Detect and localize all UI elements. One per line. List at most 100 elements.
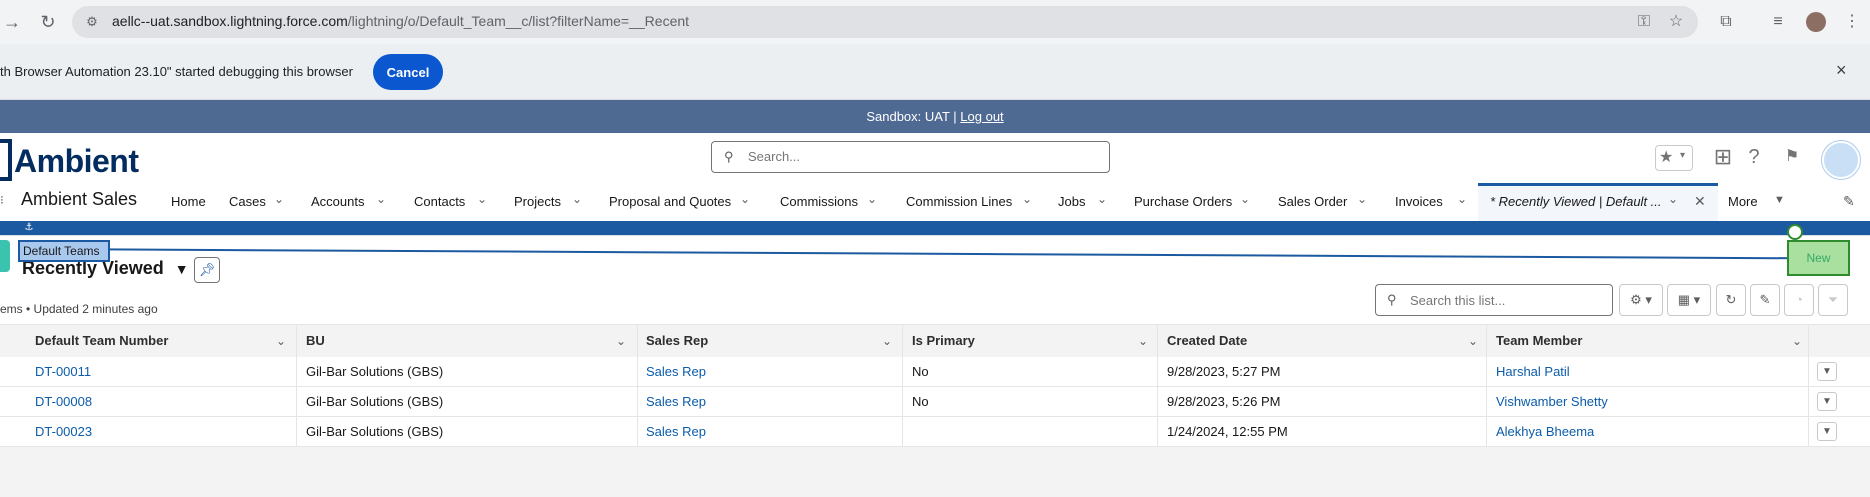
row-actions-button[interactable]: ▼ [1817,362,1837,381]
object-icon-tab [0,240,10,272]
nav-item-invoices[interactable]: Invoices [1395,194,1443,209]
column-divider [1157,324,1158,446]
logout-link[interactable]: Log out [960,109,1003,124]
column-header-bu[interactable]: BU [306,325,325,357]
password-key-icon[interactable]: ⚿ [1632,10,1656,34]
row-actions-button[interactable]: ▼ [1817,392,1837,411]
default-team-number-link[interactable]: DT-00008 [35,387,92,416]
list-search[interactable]: ⚲ [1375,284,1613,316]
nav-item-commissions[interactable]: Commissions [780,194,858,209]
sales-rep-link[interactable]: Sales Rep [646,387,706,416]
team-member-link[interactable]: Harshal Patil [1496,357,1570,386]
tab-recently-viewed[interactable]: * Recently Viewed | Default ... ⌄ ✕ [1478,183,1718,221]
chevron-down-icon[interactable]: ⌄ [616,325,626,357]
column-header-created-date[interactable]: Created Date [1167,325,1247,357]
column-divider [1808,324,1809,446]
header-pattern-strip [0,221,1870,235]
close-icon[interactable]: × [1836,60,1847,81]
chevron-down-icon[interactable]: ⌄ [376,192,386,206]
notifications-bell-icon[interactable]: ⚑ [1780,145,1804,169]
new-button[interactable]: New [1787,240,1850,276]
nav-item-home[interactable]: Home [171,194,206,209]
charts-button[interactable]: ◔ [1784,284,1814,316]
chevron-down-icon[interactable]: ⌄ [276,325,286,357]
nav-item-projects[interactable]: Projects [514,194,561,209]
chevron-down-icon[interactable]: ⌄ [1097,192,1107,206]
chevron-down-icon[interactable]: ⌄ [1357,192,1367,206]
gear-icon: ⚙ ▾ [1630,292,1652,307]
chevron-down-icon[interactable]: ⌄ [1138,325,1148,357]
list-view-card: Recently Viewed ▼ 📌︎ ems • Updated 2 min… [0,235,1870,447]
chevron-down-icon[interactable]: ⌄ [1457,192,1467,206]
filter-button[interactable]: ⏷ [1818,284,1848,316]
chevron-down-icon[interactable]: ⌄ [1022,192,1032,206]
chevron-down-icon[interactable]: ⌄ [1468,325,1478,357]
address-bar[interactable]: ⚙ aellc--uat.sandbox.lightning.force.com… [72,6,1698,38]
profile-avatar[interactable] [1806,12,1826,32]
app-name: Ambient Sales [21,189,138,209]
chevron-down-icon[interactable]: ⌄ [867,192,877,206]
app-launcher-icon[interactable]: ⁝ [0,193,4,207]
nav-more[interactable]: More [1728,194,1758,209]
media-icon[interactable]: ≡ [1766,10,1790,34]
created-date-cell: 1/24/2024, 12:55 PM [1167,424,1288,439]
chevron-down-icon: ▼ [1822,426,1832,437]
global-actions-icon[interactable]: ⊞ [1711,145,1735,169]
table-icon: ▦ ▾ [1677,292,1701,307]
nav-item-jobs[interactable]: Jobs [1058,194,1085,209]
chevron-down-icon[interactable]: ⌄ [1668,192,1678,206]
help-icon[interactable]: ? [1742,145,1766,169]
favorites-button[interactable]: ★ ▾ [1655,145,1693,171]
extensions-icon[interactable]: ⧉ [1714,10,1738,34]
user-avatar[interactable] [1822,141,1860,179]
nav-item-accounts[interactable]: Accounts [311,194,364,209]
chevron-down-icon[interactable]: ⌄ [274,192,284,206]
edit-nav-pencil-icon[interactable]: ✎ [1843,193,1855,210]
list-search-input[interactable] [1408,292,1612,309]
chevron-down-icon[interactable]: ⌄ [477,192,487,206]
chevron-down-icon[interactable]: ⌄ [1240,192,1250,206]
pin-list-view-button[interactable]: 📌︎ [194,257,220,283]
global-search[interactable]: ⚲ [711,141,1110,173]
nav-item-cases[interactable]: Cases [229,194,266,209]
chevron-down-icon[interactable]: ⌄ [572,192,582,206]
row-actions-button[interactable]: ▼ [1817,422,1837,441]
anchor-icon: ⚓︎ [22,221,36,235]
team-member-link[interactable]: Vishwamber Shetty [1496,387,1608,416]
column-header-sales-rep[interactable]: Sales Rep [646,325,708,357]
browser-toolbar: → ↻ ⚙ aellc--uat.sandbox.lightning.force… [0,0,1870,44]
display-as-button[interactable]: ▦ ▾ [1667,284,1711,316]
global-search-input[interactable] [746,148,1090,165]
close-tab-icon[interactable]: ✕ [1694,193,1706,210]
column-divider [902,324,903,446]
nav-item-sales-order[interactable]: Sales Order [1278,194,1347,209]
team-member-link[interactable]: Alekhya Bheema [1496,417,1594,446]
list-settings-button[interactable]: ⚙ ▾ [1619,284,1663,316]
inline-edit-button[interactable]: ✎ [1750,284,1780,316]
column-header-default-team-number[interactable]: Default Team Number [35,325,168,357]
column-header-is-primary[interactable]: Is Primary [912,325,975,357]
site-settings-icon[interactable]: ⚙ [80,10,104,34]
bookmark-star-icon[interactable]: ☆ [1664,10,1688,34]
chevron-down-icon: ▼ [1822,396,1832,407]
chevron-down-icon[interactable]: ⌄ [1792,325,1802,357]
nav-item-contacts[interactable]: Contacts [414,194,465,209]
forward-icon[interactable]: → [0,10,24,34]
nav-item-purchase-orders[interactable]: Purchase Orders [1134,194,1232,209]
chevron-down-icon[interactable]: ⌄ [740,192,750,206]
reload-icon[interactable]: ↻ [36,10,60,34]
sales-rep-link[interactable]: Sales Rep [646,417,706,446]
chevron-down-icon[interactable]: ⌄ [882,325,892,357]
browser-menu-icon[interactable]: ⋮ [1840,10,1864,34]
sales-rep-link[interactable]: Sales Rep [646,357,706,386]
default-team-number-link[interactable]: DT-00011 [35,357,91,386]
nav-item-proposal-and-quotes[interactable]: Proposal and Quotes [609,194,731,209]
caret-down-icon[interactable]: ▼ [175,261,189,277]
caret-down-icon[interactable]: ▼ [1774,194,1785,206]
default-team-number-link[interactable]: DT-00023 [35,417,92,446]
column-header-team-member[interactable]: Team Member [1496,325,1582,357]
cancel-debugging-button[interactable]: Cancel [373,54,443,90]
refresh-button[interactable]: ↻ [1716,284,1746,316]
list-meta: ems • Updated 2 minutes ago [0,302,158,316]
nav-item-commission-lines[interactable]: Commission Lines [906,194,1012,209]
